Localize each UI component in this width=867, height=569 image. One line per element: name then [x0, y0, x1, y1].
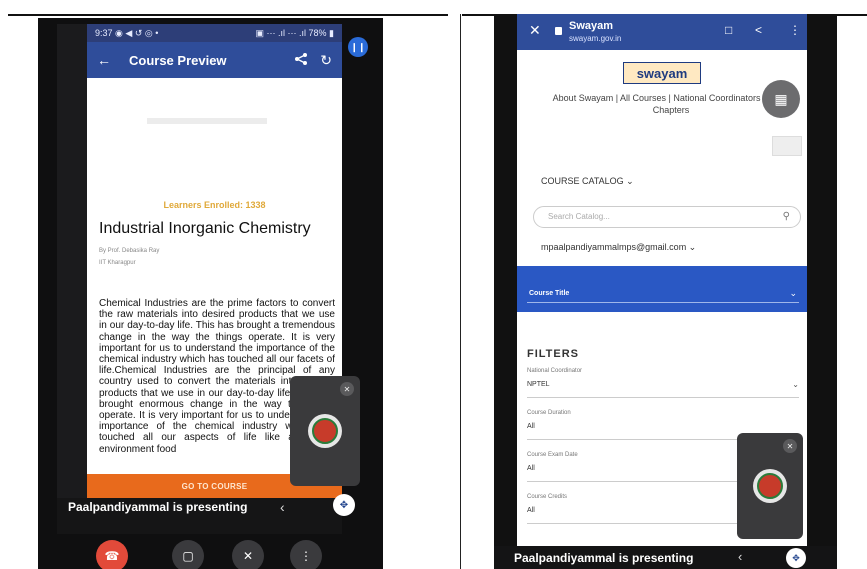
share-icon[interactable]: <	[755, 23, 762, 37]
bookmark-icon[interactable]: □	[725, 23, 732, 37]
filter-label: Course Credits	[527, 494, 568, 500]
page-title: Course Preview	[129, 52, 227, 68]
filter-label: Course Duration	[527, 410, 571, 416]
avatar	[753, 469, 787, 503]
filter-value: All	[527, 465, 535, 472]
status-system-icons: ▣ ⋯ .ıl ⋯ .ıl 78% ▮	[255, 27, 334, 38]
hamburger-menu-icon[interactable]	[772, 136, 802, 156]
top-divider-left	[8, 14, 448, 16]
screen-root: 9:37 ◉ ◀ ↺ ◎ • ▣ ⋯ .ıl ⋯ .ıl 78% ▮ ← Cou…	[0, 0, 867, 569]
lock-icon	[555, 27, 562, 35]
end-call-button[interactable]: ☎	[96, 540, 128, 569]
filter-value: All	[527, 423, 535, 430]
camera-off-button[interactable]: ▢	[172, 540, 204, 569]
site-name: Swayam	[569, 20, 614, 32]
filter-label: Course Exam Date	[527, 452, 578, 458]
course-institute: IIT Kharagpur	[99, 260, 136, 266]
share-icon[interactable]	[294, 52, 308, 69]
call-controls: ☎ ▢ ✕ ⋮	[96, 540, 336, 569]
more-options-button[interactable]: ⋮	[290, 540, 322, 569]
user-email-dropdown[interactable]: mpaalpandiyammalmps@gmail.com ⌄	[541, 242, 696, 253]
presenting-label: Paalpandiyammal is presenting	[514, 551, 694, 565]
back-chevron-icon[interactable]: ‹	[280, 499, 285, 515]
mic-off-button[interactable]: ✕	[232, 540, 264, 569]
browser-bar: ✕ Swayam swayam.gov.in □ < ⋮	[517, 14, 807, 50]
filter-value: All	[527, 507, 535, 514]
filters-heading: FILTERS	[527, 348, 580, 360]
search-icon[interactable]: ⚲	[783, 211, 790, 222]
course-title: Industrial Inorganic Chemistry	[99, 220, 311, 237]
back-arrow-icon[interactable]: ←	[97, 52, 111, 68]
blurred-header	[147, 118, 267, 124]
chevron-down-icon: ⌄	[792, 380, 799, 389]
expand-icon[interactable]: ✥	[786, 548, 806, 568]
course-title-label: Course Title	[529, 290, 570, 297]
status-bar: 9:37 ◉ ◀ ↺ ◎ • ▣ ⋯ .ıl ⋯ .ıl 78% ▮	[87, 24, 342, 42]
menu-icon[interactable]: ⋮	[789, 23, 801, 37]
divider	[527, 302, 799, 303]
close-icon[interactable]: ✕	[529, 22, 541, 39]
filter-label: National Coordinator	[527, 368, 583, 374]
search-input[interactable]: Search Catalog... ⚲	[533, 206, 801, 228]
learners-enrolled: Learners Enrolled: 1338	[163, 200, 266, 210]
presenting-label: Paalpandiyammal is presenting	[68, 500, 248, 514]
search-placeholder: Search Catalog...	[548, 212, 610, 221]
muted-mic-icon: ✕	[783, 439, 797, 453]
course-title-filter-bar[interactable]: Course Title ⌄	[517, 266, 807, 312]
back-chevron-icon[interactable]: ‹	[738, 549, 742, 564]
expand-icon[interactable]: ✥	[333, 494, 355, 516]
participant-thumbnail-left[interactable]: ✕	[290, 376, 360, 486]
filter-value: NPTEL	[527, 381, 550, 388]
muted-mic-icon: ✕	[340, 382, 354, 396]
course-catalog-dropdown[interactable]: COURSE CATALOG ⌄	[541, 176, 634, 187]
site-url: swayam.gov.in	[569, 34, 622, 43]
swayam-logo[interactable]: swayam	[623, 62, 701, 84]
chevron-down-icon: ⌄	[789, 288, 797, 298]
status-time-indicators: 9:37 ◉ ◀ ↺ ◎ •	[95, 27, 159, 38]
app-bar: ← Course Preview ↻	[87, 42, 342, 78]
avatar	[308, 414, 342, 448]
course-instructor: By Prof. Debasika Ray	[99, 248, 160, 254]
refresh-icon[interactable]: ↻	[320, 52, 332, 69]
panel-divider	[460, 14, 461, 569]
participant-thumbnail-right[interactable]: ✕	[737, 433, 803, 539]
filter-national-coordinator[interactable]: National Coordinator NPTEL ⌄	[527, 368, 799, 398]
pause-icon[interactable]: ❙❙	[348, 37, 368, 57]
grid-icon[interactable]: ▦	[762, 80, 800, 118]
